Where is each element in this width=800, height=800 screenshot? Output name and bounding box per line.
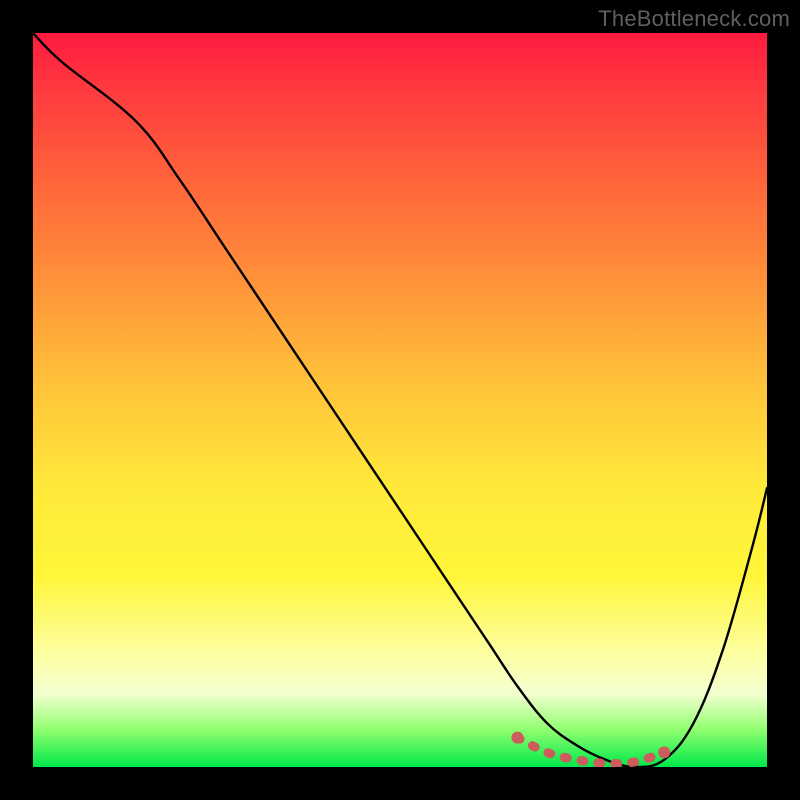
valley-highlight	[511, 732, 670, 764]
chart-frame: TheBottleneck.com	[0, 0, 800, 800]
valley-highlight-dot	[658, 746, 670, 758]
chart-svg	[33, 33, 767, 767]
valley-highlight-dot	[511, 732, 523, 744]
plot-area	[33, 33, 767, 767]
attribution-text: TheBottleneck.com	[598, 6, 790, 32]
valley-highlight-path	[517, 738, 664, 764]
bottleneck-curve	[33, 33, 767, 767]
